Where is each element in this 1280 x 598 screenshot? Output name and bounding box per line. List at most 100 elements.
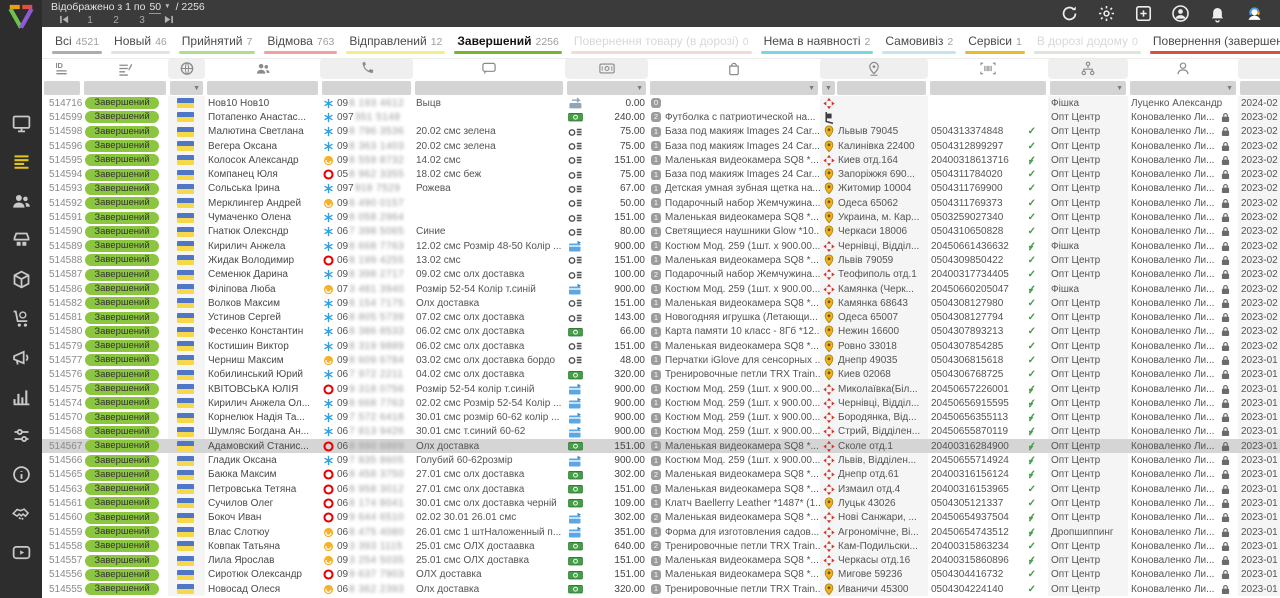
tab-Відмова[interactable]: Відмова763 [264,34,337,59]
procurement-cart-icon[interactable] [11,308,32,329]
products-box-icon[interactable] [11,269,32,290]
filter-input-tracking[interactable] [930,81,1046,95]
order-row[interactable]: 514593ЗавершенийСольська Ірина097918 752… [42,182,1280,196]
video-icon[interactable] [11,542,32,563]
column-header-id[interactable]: ID [42,58,82,79]
tab-В дорозі додому[interactable]: В дорозі додому0 [1034,34,1141,59]
order-row[interactable]: 514555ЗавершенийНовосад Олеся068 362 239… [42,582,1280,596]
order-row[interactable]: 514588ЗавершенийЖидак Володимир068 199 4… [42,253,1280,267]
filter-input-phone[interactable] [322,81,411,95]
page-number[interactable]: 2 [103,15,129,26]
filter-input-comment[interactable] [415,81,563,95]
order-row[interactable]: 514561ЗавершенийСучилов Олег068 174 8041… [42,496,1280,510]
tab-Самовивіз[interactable]: Самовивіз2 [882,34,956,59]
order-row[interactable]: 514577ЗавершенийЧерниш Максим098 609 678… [42,353,1280,367]
order-row[interactable]: 514557ЗавершенийЛила Ярослав093 254 5035… [42,554,1280,568]
column-header-comment[interactable] [413,58,565,79]
brand-logo[interactable] [6,2,36,27]
megaphone-icon[interactable] [11,347,32,368]
avatar-icon[interactable] [1171,4,1190,23]
filter-input-address[interactable] [837,81,926,95]
page-size-select[interactable]: 50 [149,1,161,14]
order-row[interactable]: 514596ЗавершенийВегера Оксана098 363 140… [42,139,1280,153]
order-row[interactable]: 514586ЗавершенийФіліпова Люба073 481 394… [42,282,1280,296]
page-number[interactable]: 1 [77,15,103,26]
column-header-channel[interactable] [1048,58,1128,79]
gear-icon[interactable] [1097,4,1116,23]
tab-Повернення товару (в дорозі)[interactable]: Повернення товару (в дорозі)0 [571,34,752,59]
column-header-source[interactable] [168,58,205,79]
order-row[interactable]: 514556ЗавершенийСиротюк Олександр099 637… [42,568,1280,582]
order-row[interactable]: 514560ЗавершенийБокоч Иван099 644 651002… [42,511,1280,525]
column-header-phone[interactable] [320,58,413,79]
tab-Нема в наявності[interactable]: Нема в наявності2 [761,34,874,59]
bell-icon[interactable] [1208,4,1227,23]
filter-input-date[interactable] [1240,81,1280,95]
order-row[interactable]: 514589ЗавершенийКирилич Анжела098 668 77… [42,239,1280,253]
filter-input-products[interactable]: ▼ [650,81,818,95]
filter-input-status[interactable] [84,81,166,95]
column-header-customer[interactable] [205,58,320,79]
order-row[interactable]: 514598ЗавершенийМалютина Светлана098 796… [42,125,1280,139]
partners-icon[interactable] [11,503,32,524]
column-header-products[interactable] [648,58,820,79]
stats-icon[interactable] [11,386,32,407]
tab-Новый[interactable]: Новый46 [111,34,170,59]
order-row[interactable]: 514582ЗавершенийВолков Максим098 154 717… [42,296,1280,310]
order-row[interactable]: 514579ЗавершенийКостишин Виктор098 319 9… [42,339,1280,353]
contacts-icon[interactable] [11,191,32,212]
order-row[interactable]: 514587ЗавершенийСеменюк Дарина098 398 27… [42,268,1280,282]
page-number[interactable]: 3 [129,15,155,26]
tab-Завершений[interactable]: Завершений2256 [454,34,561,59]
column-header-date[interactable] [1238,58,1280,79]
order-row[interactable]: 514599ЗавершенийПотапенко Анастас...0973… [42,110,1280,124]
refresh-icon[interactable] [1060,4,1079,23]
filter-input-channel[interactable]: ▼ [1050,81,1126,95]
column-header-payment[interactable] [565,58,648,79]
order-row[interactable]: 514591ЗавершенийЧумаченко Олена098 058 2… [42,210,1280,224]
order-row[interactable]: 514592ЗавершенийМерклингер Андрей098 490… [42,196,1280,210]
monitor-icon[interactable] [11,113,32,134]
column-header-address[interactable] [820,58,928,79]
order-row[interactable]: 514594ЗавершенийКомпанец Юля058 962 3355… [42,167,1280,181]
tab-Прийнятий[interactable]: Прийнятий7 [179,34,256,59]
column-header-manager[interactable] [1128,58,1238,79]
order-row[interactable]: 514566ЗавершенийГладик Оксана097 835 860… [42,453,1280,467]
order-row[interactable]: 514559ЗавершенийВлас Слотюу068 475 40802… [42,525,1280,539]
order-row[interactable]: 514716ЗавершенийНов10 Нов10098 193 4612В… [42,96,1280,110]
order-row[interactable]: 514576ЗавершенийКобилинський Юрий067 972… [42,368,1280,382]
order-row[interactable]: 514563ЗавершенийПетровська Тетяна068 958… [42,482,1280,496]
tab-Відправлений[interactable]: Відправлений12 [346,34,445,59]
order-row[interactable]: 514574ЗавершенийКирилич Анжела Ол...098 … [42,396,1280,410]
tab-Сервіси[interactable]: Сервіси1 [965,34,1025,59]
column-header-tracking[interactable] [928,58,1048,79]
order-row[interactable]: 514558ЗавершенийКовпак Татьяна093 393 11… [42,539,1280,553]
store-icon[interactable] [11,230,32,251]
column-header-status[interactable] [82,58,168,79]
address-text: Львів 79059 [838,255,893,266]
support-icon[interactable] [1245,4,1264,23]
order-row[interactable]: 514575ЗавершенийКВІТОВСЬКА ЮЛІЯ099 318 0… [42,382,1280,396]
first-page-icon[interactable] [51,15,77,27]
order-row[interactable]: 514567ЗавершенийАдамовский Станис...068 … [42,439,1280,453]
order-row[interactable]: 514570ЗавершенийКорнелюк Надія Та...097 … [42,411,1280,425]
order-row[interactable]: 514595ЗавершенийКолосок Александр098 559… [42,153,1280,167]
tab-Повернення (завершений)[interactable]: Повернення (завершений)125 [1150,34,1280,59]
filter-input-manager[interactable]: ▼ [1130,81,1236,95]
filter-input-id[interactable] [44,81,80,95]
filter-dropdown-icon[interactable]: ▼ [822,81,835,95]
orders-list-icon[interactable] [11,152,32,173]
filter-input-payment[interactable]: ▼ [567,81,646,95]
tab-Всі[interactable]: Всі4521 [52,34,102,59]
settings-sliders-icon[interactable] [11,425,32,446]
info-icon[interactable] [11,464,32,485]
add-icon[interactable] [1134,4,1153,23]
order-row[interactable]: 514581ЗавершенийУстинов Сергей068 805 57… [42,310,1280,324]
order-row[interactable]: 514565ЗавершенийБаюка Максим068 458 3750… [42,468,1280,482]
last-page-icon[interactable] [155,15,181,27]
order-row[interactable]: 514580ЗавершенийФесенко Константин068 38… [42,325,1280,339]
order-row[interactable]: 514568ЗавершенийШумляс Богдана Ан...067 … [42,425,1280,439]
order-row[interactable]: 514590ЗавершенийГнатюк Олексндр067 398 5… [42,225,1280,239]
filter-input-customer[interactable] [207,81,318,95]
filter-input-source[interactable]: ▼ [170,81,203,95]
